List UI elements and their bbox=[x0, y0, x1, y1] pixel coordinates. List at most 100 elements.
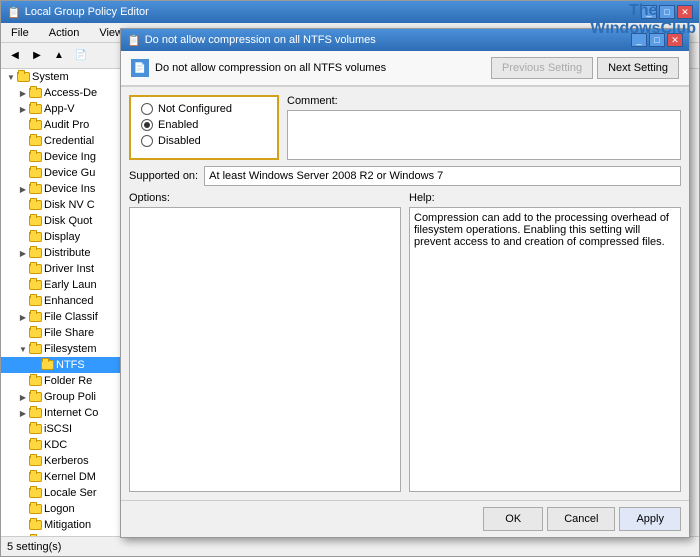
tree-toggle-kdc bbox=[17, 439, 29, 451]
radio-circle-disabled bbox=[141, 135, 153, 147]
help-panel-label: Help: bbox=[409, 192, 681, 204]
prev-setting-button[interactable]: Previous Setting bbox=[491, 57, 593, 79]
folder-icon-kdc bbox=[29, 440, 42, 450]
tree-label-fileshare: File Share bbox=[44, 327, 94, 339]
help-panel: Help: Compression can add to the process… bbox=[409, 192, 681, 492]
status-bar: 5 setting(s) bbox=[1, 536, 699, 556]
watermark-line2: WindowsClub bbox=[590, 20, 696, 38]
apply-button[interactable]: Apply bbox=[619, 507, 681, 531]
tree-toggle-access[interactable]: ▶ bbox=[17, 87, 29, 99]
ok-button[interactable]: OK bbox=[483, 507, 543, 531]
folder-icon-auditpro bbox=[29, 120, 42, 130]
comment-label: Comment: bbox=[287, 95, 681, 107]
folder-icon-grouppoli bbox=[29, 392, 42, 402]
tree-toggle-deviceing bbox=[17, 151, 29, 163]
folder-icon-filesystem bbox=[29, 344, 42, 354]
tree-label-grouppoli: Group Poli bbox=[44, 391, 96, 403]
radio-circle-enabled bbox=[141, 119, 153, 131]
tree-label-disknv: Disk NV C bbox=[44, 199, 95, 211]
tree-toggle-credential bbox=[17, 135, 29, 147]
radio-enabled[interactable]: Enabled bbox=[141, 119, 267, 131]
tree-toggle-display bbox=[17, 231, 29, 243]
folder-icon-iscsi bbox=[29, 424, 42, 434]
tree-label-kdc: KDC bbox=[44, 439, 67, 451]
tree-toggle-folderre bbox=[17, 375, 29, 387]
tree-toggle-grouppoli[interactable]: ▶ bbox=[17, 391, 29, 403]
folder-icon-localeser bbox=[29, 488, 42, 498]
up-button[interactable]: ▲ bbox=[49, 46, 69, 66]
folder-icon-fileshare bbox=[29, 328, 42, 338]
supported-on-label: Supported on: bbox=[129, 170, 198, 182]
tree-toggle-iscsi bbox=[17, 423, 29, 435]
tree-label-filesystem: Filesystem bbox=[44, 343, 97, 355]
tree-label-appv: App-V bbox=[44, 103, 75, 115]
tree-toggle-distribute[interactable]: ▶ bbox=[17, 247, 29, 259]
tree-toggle-filesystem[interactable]: ▼ bbox=[17, 343, 29, 355]
tree-label-earlylaun: Early Laun bbox=[44, 279, 97, 291]
radio-label-not-configured: Not Configured bbox=[158, 103, 232, 115]
folder-icon-kerberos bbox=[29, 456, 42, 466]
next-setting-button[interactable]: Next Setting bbox=[597, 57, 679, 79]
tree-label-internetco: Internet Co bbox=[44, 407, 98, 419]
tree-toggle-system[interactable]: ▼ bbox=[5, 71, 17, 83]
tree-toggle-localeser bbox=[17, 487, 29, 499]
radio-not-configured[interactable]: Not Configured bbox=[141, 103, 267, 115]
back-button[interactable]: ◀ bbox=[5, 46, 25, 66]
tree-label-deviceing: Device Ing bbox=[44, 151, 96, 163]
status-text: 5 setting(s) bbox=[7, 541, 61, 553]
tree-toggle-appv[interactable]: ▶ bbox=[17, 103, 29, 115]
dialog-header-title: Do not allow compression on all NTFS vol… bbox=[155, 62, 386, 74]
folder-icon-devicegu bbox=[29, 168, 42, 178]
cancel-button[interactable]: Cancel bbox=[547, 507, 615, 531]
comment-textbox[interactable] bbox=[287, 110, 681, 160]
help-text: Compression can add to the processing ov… bbox=[414, 212, 669, 248]
dialog-nav-buttons: Previous Setting Next Setting bbox=[491, 57, 679, 79]
tree-toggle-mitigation bbox=[17, 519, 29, 531]
tree-toggle-auditpro bbox=[17, 119, 29, 131]
folder-icon-folderre bbox=[29, 376, 42, 386]
tree-toggle-driverinst bbox=[17, 263, 29, 275]
supported-on-row: Supported on: At least Windows Server 20… bbox=[129, 166, 681, 186]
tree-toggle-fileclassif[interactable]: ▶ bbox=[17, 311, 29, 323]
radio-options-box: Not Configured Enabled Disabled bbox=[129, 95, 279, 160]
show-hide-button[interactable]: 📄 bbox=[71, 46, 91, 66]
forward-button[interactable]: ▶ bbox=[27, 46, 47, 66]
folder-icon-appv bbox=[29, 104, 42, 114]
tree-label-devicegu: Device Gu bbox=[44, 167, 95, 179]
folder-icon-earlylaun bbox=[29, 280, 42, 290]
policy-dialog: 📋 Do not allow compression on all NTFS v… bbox=[120, 28, 690, 538]
menu-file[interactable]: File bbox=[5, 26, 35, 40]
tree-label-enhanced: Enhanced bbox=[44, 295, 94, 307]
tree-label-ntfs: NTFS bbox=[56, 359, 85, 371]
tree-toggle-fileshare bbox=[17, 327, 29, 339]
folder-icon-kerneldm bbox=[29, 472, 42, 482]
tree-toggle-internetco[interactable]: ▶ bbox=[17, 407, 29, 419]
bottom-panels: Options: Help: Compression can add to th… bbox=[129, 192, 681, 492]
folder-icon-display bbox=[29, 232, 42, 242]
folder-icon-logon bbox=[29, 504, 42, 514]
tree-toggle-enhanced bbox=[17, 295, 29, 307]
policy-header-icon: 📄 bbox=[131, 59, 149, 77]
tree-label-access: Access-De bbox=[44, 87, 97, 99]
dialog-header: 📄 Do not allow compression on all NTFS v… bbox=[121, 51, 689, 87]
folder-icon-diskquot bbox=[29, 216, 42, 226]
tree-toggle-earlylaun bbox=[17, 279, 29, 291]
tree-toggle-deviceins[interactable]: ▶ bbox=[17, 183, 29, 195]
tree-label-display: Display bbox=[44, 231, 80, 243]
watermark-line1: The bbox=[590, 2, 696, 20]
tree-label-kerberos: Kerberos bbox=[44, 455, 89, 467]
comment-section: Comment: bbox=[287, 95, 681, 160]
tree-label-mitigation: Mitigation bbox=[44, 519, 91, 531]
radio-disabled[interactable]: Disabled bbox=[141, 135, 267, 147]
tree-toggle-ntfs bbox=[29, 359, 41, 371]
dialog-content: Not Configured Enabled Disabled Comment:… bbox=[121, 87, 689, 500]
folder-icon-disknv bbox=[29, 200, 42, 210]
menu-action[interactable]: Action bbox=[43, 26, 86, 40]
radio-label-enabled: Enabled bbox=[158, 119, 198, 131]
tree-label-deviceins: Device Ins bbox=[44, 183, 95, 195]
help-panel-content: Compression can add to the processing ov… bbox=[409, 207, 681, 492]
options-panel-content[interactable] bbox=[129, 207, 401, 492]
folder-icon-internetco bbox=[29, 408, 42, 418]
dialog-top-section: Not Configured Enabled Disabled Comment: bbox=[129, 95, 681, 160]
radio-label-disabled: Disabled bbox=[158, 135, 201, 147]
